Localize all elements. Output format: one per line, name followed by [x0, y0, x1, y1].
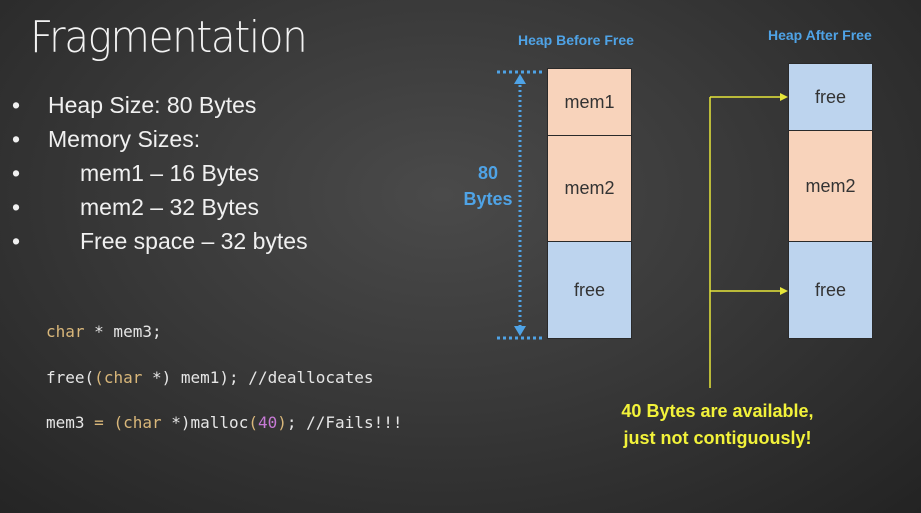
- note-line-2: just not contiguously!: [623, 428, 812, 448]
- size-label-80-bytes: 80 Bytes: [460, 160, 516, 212]
- note-line-1: 40 Bytes are available,: [621, 401, 814, 421]
- size-label-number: 80: [477, 163, 499, 183]
- fragmentation-note: 40 Bytes are available, just not contigu…: [590, 398, 845, 452]
- size-label-unit: Bytes: [463, 189, 513, 209]
- free-pointer-arrows: [709, 93, 788, 388]
